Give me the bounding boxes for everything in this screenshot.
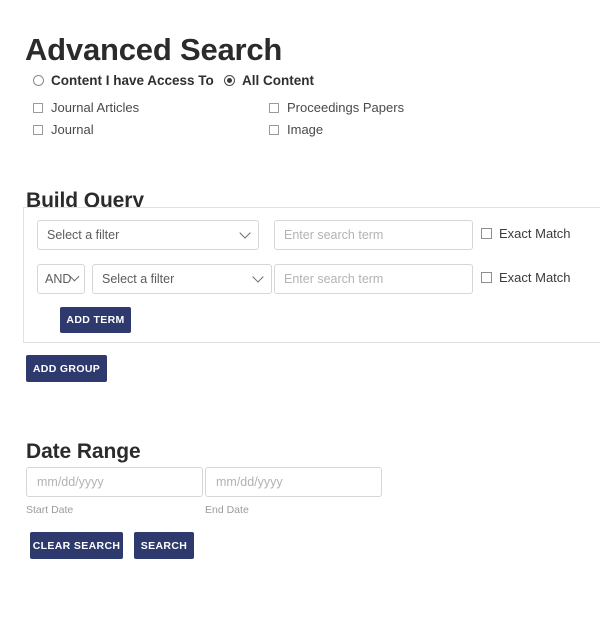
checkbox-mark-icon [269,102,279,113]
checkbox-label: Image [287,122,324,137]
end-date-placeholder: mm/dd/yyyy [216,475,283,489]
search-term-input-row-1[interactable]: Enter search term [274,220,473,250]
boolean-operator-value: AND [45,272,72,286]
checkbox-label: Journal Articles [51,100,140,115]
search-term-placeholder: Enter search term [284,228,384,242]
date-range-heading: Date Range [26,440,141,464]
radio-all-content[interactable]: All Content [224,73,314,88]
add-group-button[interactable]: ADD GROUP [26,355,107,382]
start-date-input[interactable]: mm/dd/yyyy [26,467,203,497]
end-date-label: End Date [205,504,249,516]
checkbox-label: Proceedings Papers [287,100,405,115]
exact-match-checkbox-row-1[interactable]: Exact Match [481,226,571,241]
checkbox-mark-icon [269,124,279,135]
checkbox-mark-icon [33,102,43,113]
checkbox-mark-icon [481,272,492,283]
radio-label: Content I have Access To [51,73,214,88]
clear-search-button[interactable]: CLEAR SEARCH [30,532,123,559]
exact-match-label: Exact Match [499,226,571,241]
start-date-placeholder: mm/dd/yyyy [37,475,104,489]
filter-select-row-2[interactable]: Select a filter [92,264,272,294]
checkbox-mark-icon [33,124,43,135]
radio-label: All Content [242,73,314,88]
checkbox-journal[interactable]: Journal [33,122,94,137]
query-row: AND Select a filter Enter search term Ex… [24,262,600,296]
search-term-input-row-2[interactable]: Enter search term [274,264,473,294]
search-button[interactable]: SEARCH [134,532,194,559]
start-date-label: Start Date [26,504,74,516]
page-title: Advanced Search [25,31,283,67]
radio-mark-icon [33,75,44,86]
checkbox-proceedings-papers[interactable]: Proceedings Papers [269,100,404,115]
chevron-down-icon [239,227,251,239]
add-term-button[interactable]: ADD TERM [60,307,131,333]
query-row: Select a filter Enter search term Exact … [24,218,600,252]
search-term-placeholder: Enter search term [284,272,384,286]
filter-select-value: Select a filter [102,272,175,286]
boolean-operator-select-row-2[interactable]: AND [37,264,85,294]
query-group: Select a filter Enter search term Exact … [23,207,600,343]
advanced-search-page: Advanced Search Content I have Access To… [0,0,600,626]
checkbox-image[interactable]: Image [269,122,323,137]
filter-select-value: Select a filter [47,228,120,242]
checkbox-mark-icon [481,228,492,239]
radio-mark-selected-icon [224,75,235,86]
exact-match-label: Exact Match [499,270,571,285]
checkbox-journal-articles[interactable]: Journal Articles [33,100,139,115]
chevron-down-icon [252,271,264,283]
content-scope-radio-group: Content I have Access To All Content [33,73,573,91]
filter-select-row-1[interactable]: Select a filter [37,220,259,250]
exact-match-checkbox-row-2[interactable]: Exact Match [481,270,571,285]
end-date-input[interactable]: mm/dd/yyyy [205,467,382,497]
radio-content-i-have-access-to[interactable]: Content I have Access To [33,73,214,88]
checkbox-label: Journal [51,122,94,137]
